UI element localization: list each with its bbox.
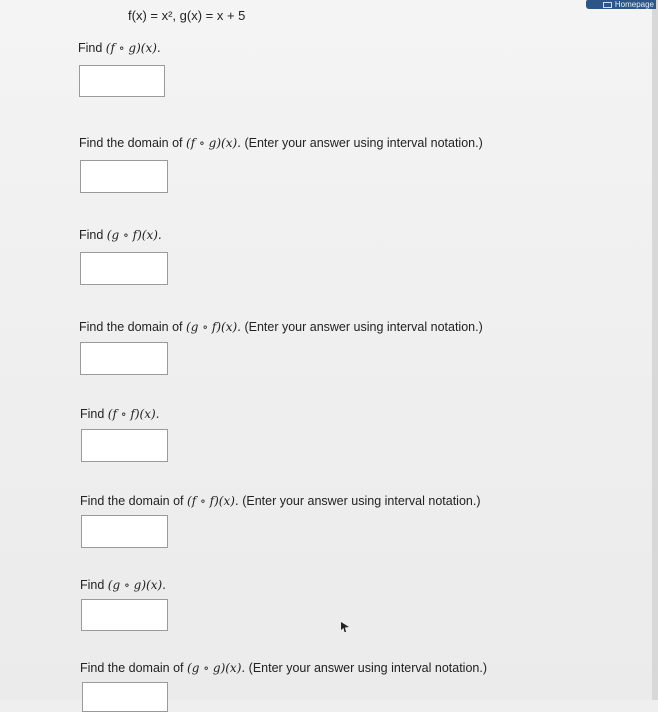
question-fog-domain: Find the domain of (f ∘ g)(x). (Enter yo… [79,136,483,150]
homepage-label: Homepage [614,0,654,9]
f-definition: f(x) = x², [128,8,180,23]
function-definitions: f(x) = x², g(x) = x + 5 [128,8,245,23]
question-expression: (g ∘ f)(x). [106,228,162,242]
homepage-icon [602,1,612,8]
question-expression: (g ∘ g)(x). [107,578,166,592]
question-suffix: (Enter your answer using interval notati… [240,136,483,150]
question-prefix: Find the domain of [80,494,188,508]
question-expression: (f ∘ g)(x). [105,41,161,55]
g-definition: g(x) = x + 5 [179,8,246,23]
answer-input-gof[interactable] [80,252,168,285]
answer-input-fof[interactable] [81,429,168,462]
scrollbar[interactable] [652,0,658,700]
question-expression: (f ∘ f)(x). [107,407,160,421]
answer-input-gof-domain[interactable] [80,342,168,375]
question-prefix: Find the domain of [79,320,187,334]
answer-input-gog-domain[interactable] [82,682,168,712]
question-prefix: Find [79,228,107,242]
question-fog: Find (f ∘ g)(x). [78,41,161,55]
mouse-pointer-icon [341,622,349,632]
question-gog: Find (g ∘ g)(x). [80,578,166,592]
worksheet-page: Homepage f(x) = x², g(x) = x + 5 Find (f… [0,0,658,712]
answer-input-fog-domain[interactable] [80,160,168,193]
question-prefix: Find [80,407,108,421]
homepage-link[interactable]: Homepage [586,0,656,9]
question-suffix: (Enter your answer using interval notati… [245,661,487,675]
question-gof: Find (g ∘ f)(x). [79,228,162,242]
question-prefix: Find the domain of [79,136,187,150]
question-prefix: Find [78,41,106,55]
question-suffix: (Enter your answer using interval notati… [240,320,483,334]
answer-input-fof-domain[interactable] [81,515,168,548]
answer-input-fog[interactable] [79,65,165,97]
question-gof-domain: Find the domain of (g ∘ f)(x). (Enter yo… [79,320,483,334]
question-expression: (g ∘ g)(x). [187,661,246,675]
question-suffix: (Enter your answer using interval notati… [238,494,481,508]
answer-input-gog[interactable] [81,599,168,631]
question-gog-domain: Find the domain of (g ∘ g)(x). (Enter yo… [80,661,487,675]
question-expression: (g ∘ f)(x). [186,320,241,334]
question-fof-domain: Find the domain of (f ∘ f)(x). (Enter yo… [80,494,481,508]
question-prefix: Find the domain of [80,661,188,675]
question-prefix: Find [80,578,108,592]
question-fof: Find (f ∘ f)(x). [80,407,160,421]
question-expression: (f ∘ g)(x). [186,136,241,150]
question-expression: (f ∘ f)(x). [187,494,239,508]
